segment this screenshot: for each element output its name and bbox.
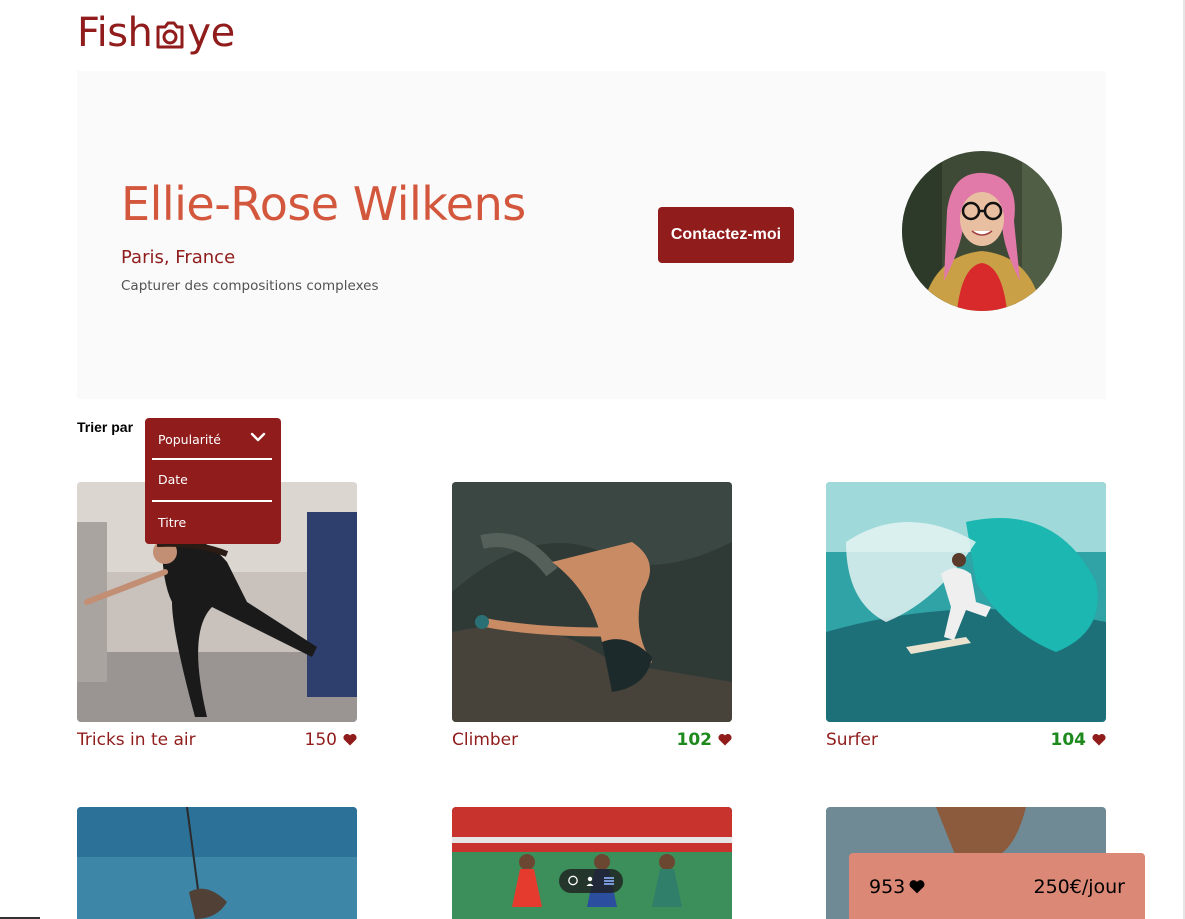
total-likes: 953 bbox=[869, 876, 906, 898]
floating-toolbar[interactable] bbox=[559, 869, 623, 893]
media-thumbnail[interactable] bbox=[826, 482, 1106, 722]
sort-option-popularity[interactable]: Popularité bbox=[158, 432, 221, 447]
media-card: Surfer 104 bbox=[826, 482, 1106, 758]
like-count: 102 bbox=[676, 730, 713, 750]
media-card: Climber 102 bbox=[452, 482, 732, 758]
heart-icon[interactable] bbox=[343, 733, 357, 746]
media-thumbnail[interactable] bbox=[77, 807, 357, 919]
media-title: Tricks in te air bbox=[77, 730, 196, 750]
like-count: 150 bbox=[304, 730, 337, 750]
logo-text-end: ye bbox=[187, 10, 235, 56]
photographer-header: Ellie-Rose Wilkens Paris, France Capture… bbox=[77, 71, 1106, 399]
heart-icon[interactable] bbox=[1092, 733, 1106, 746]
photographer-avatar bbox=[902, 151, 1062, 311]
comment-icon[interactable] bbox=[567, 875, 579, 887]
media-title: Surfer bbox=[826, 730, 878, 750]
dropdown-divider bbox=[152, 458, 272, 460]
fisheye-logo[interactable]: Fish ye bbox=[77, 8, 235, 56]
daily-price: 250€/jour bbox=[1033, 876, 1125, 898]
sort-dropdown[interactable]: Popularité Date Titre bbox=[145, 418, 281, 544]
camera-icon bbox=[156, 21, 184, 49]
media-thumbnail[interactable] bbox=[452, 807, 732, 919]
sort-option-title[interactable]: Titre bbox=[158, 515, 186, 530]
media-title: Climber bbox=[452, 730, 519, 750]
settings-icon[interactable] bbox=[603, 875, 615, 887]
contact-button[interactable]: Contactez-moi bbox=[658, 207, 794, 263]
media-thumbnail[interactable] bbox=[452, 482, 732, 722]
sort-label: Trier par bbox=[77, 419, 134, 435]
user-add-icon[interactable] bbox=[585, 875, 597, 887]
photographer-stats: 953 250€/jour bbox=[849, 853, 1145, 919]
dropdown-divider bbox=[152, 500, 272, 502]
logo-text-start: Fish bbox=[77, 10, 153, 56]
chevron-down-icon[interactable] bbox=[250, 431, 266, 443]
sort-option-date[interactable]: Date bbox=[158, 472, 188, 487]
like-count: 104 bbox=[1050, 730, 1087, 750]
photographer-location: Paris, France bbox=[121, 247, 236, 268]
heart-icon bbox=[909, 880, 925, 894]
photographer-name: Ellie-Rose Wilkens bbox=[121, 177, 526, 231]
heart-icon[interactable] bbox=[718, 733, 732, 746]
photographer-tagline: Capturer des compositions complexes bbox=[121, 278, 379, 294]
